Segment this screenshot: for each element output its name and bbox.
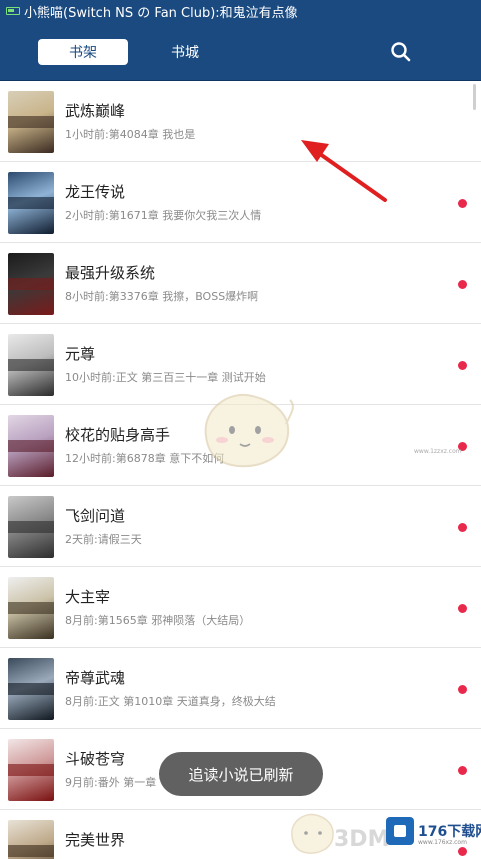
unread-dot-icon: [458, 766, 467, 775]
book-latest-chapter: 8月前:正文 第1010章 天道真身，终极大结: [65, 695, 276, 708]
unread-dot-icon: [458, 604, 467, 613]
small-watermark: www.1zzxz.com: [414, 448, 462, 455]
unread-dot-icon: [458, 685, 467, 694]
book-cover: [8, 820, 54, 859]
site-watermark-name: 176下载网: [418, 824, 481, 840]
book-latest-chapter: 2天前:请假三天: [65, 533, 142, 546]
book-cover: [8, 91, 54, 153]
book-title: 帝尊武魂: [65, 669, 126, 687]
book-cover: [8, 496, 54, 558]
unread-dot-icon: [458, 199, 467, 208]
book-title: 完美世界: [65, 831, 126, 849]
unread-dot-icon: [458, 280, 467, 289]
tab-bookstore[interactable]: 书城: [160, 39, 210, 65]
book-latest-chapter: 2小时前:第1671章 我要你欠我三次人情: [65, 209, 262, 222]
book-cover: [8, 658, 54, 720]
book-title: 飞剑问道: [65, 507, 126, 525]
book-cover: [8, 172, 54, 234]
book-row[interactable]: 大主宰 8月前:第1565章 邪神陨落（大结局）: [0, 567, 481, 648]
mascot-small-watermark-icon: [291, 813, 334, 854]
book-latest-chapter: 1小时前:第4084章 我也是: [65, 128, 196, 141]
book-title: 最强升级系统: [65, 264, 156, 282]
site-watermark: 176下载网 www.176xz.com: [386, 815, 481, 855]
book-row[interactable]: 飞剑问道 2天前:请假三天: [0, 486, 481, 567]
app-bar: 书架 书城: [0, 22, 481, 81]
search-button[interactable]: [388, 40, 414, 64]
book-title: 校花的贴身高手: [65, 426, 171, 444]
annotation-arrow-icon: [301, 140, 387, 202]
book-cover: [8, 739, 54, 801]
notification-text: 小熊喵(Switch NS の Fan Club):和鬼泣有点像: [24, 5, 298, 21]
status-bar: 小熊喵(Switch NS の Fan Club):和鬼泣有点像: [0, 0, 481, 22]
book-title: 斗破苍穹: [65, 750, 126, 768]
book-cover: [8, 415, 54, 477]
book-latest-chapter: 8小时前:第3376章 我擦，BOSS爆炸啊: [65, 290, 259, 303]
book-title: 大主宰: [65, 588, 111, 606]
unread-dot-icon: [458, 523, 467, 532]
search-icon: [391, 42, 411, 62]
book-row[interactable]: 龙王传说 2小时前:第1671章 我要你欠我三次人情: [0, 162, 481, 243]
book-cover: [8, 577, 54, 639]
book-title: 龙王传说: [65, 183, 126, 201]
mascot-watermark-icon: [204, 393, 294, 468]
unread-dot-icon: [458, 361, 467, 370]
book-latest-chapter: 10小时前:正文 第三百三十一章 测试开始: [65, 371, 266, 384]
scrollbar[interactable]: [473, 84, 476, 110]
book-latest-chapter: 9月前:番外 第一章: [65, 776, 157, 789]
brand-watermark: 3DM: [334, 827, 390, 852]
site-logo-icon: [386, 817, 414, 845]
site-watermark-url: www.176xz.com: [418, 839, 467, 846]
book-row[interactable]: 武炼巅峰 1小时前:第4084章 我也是: [0, 81, 481, 162]
book-cover: [8, 334, 54, 396]
tab-bookshelf[interactable]: 书架: [38, 39, 128, 65]
book-latest-chapter: 8月前:第1565章 邪神陨落（大结局）: [65, 614, 251, 627]
book-row[interactable]: 帝尊武魂 8月前:正文 第1010章 天道真身，终极大结: [0, 648, 481, 729]
book-row[interactable]: 最强升级系统 8小时前:第3376章 我擦，BOSS爆炸啊: [0, 243, 481, 324]
battery-icon: [6, 7, 20, 15]
book-title: 武炼巅峰: [65, 102, 126, 120]
toast-message: 追读小说已刷新: [159, 752, 323, 796]
book-cover: [8, 253, 54, 315]
book-title: 元尊: [65, 345, 96, 363]
